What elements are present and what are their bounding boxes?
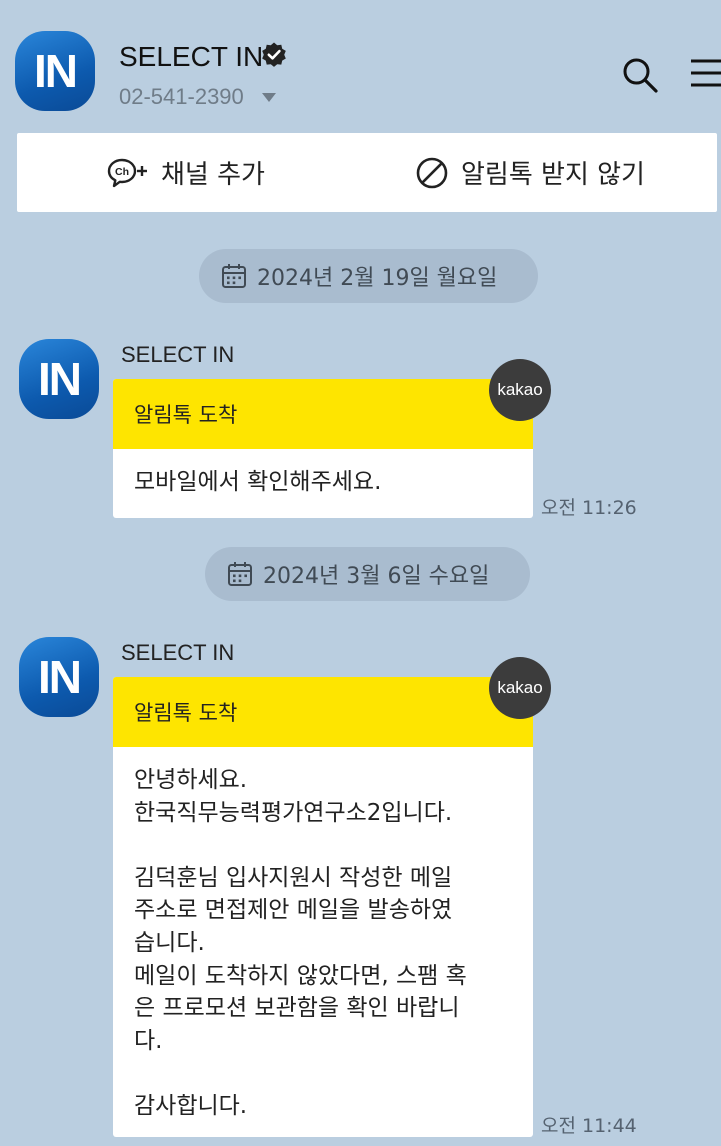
channel-add-icon: Ch [107,158,147,187]
alimtalk-message[interactable]: 알림톡 도착 모바일에서 확인해주세요. [113,379,533,518]
sender-name: SELECT IN [121,342,235,367]
menu-icon[interactable] [688,56,721,90]
block-alimtalk-label: 알림톡 받지 않기 [461,160,645,190]
sender-avatar[interactable]: IN [19,637,99,717]
date-divider: 2024년 2월 19일 월요일 [199,249,538,303]
add-channel-label: 채널 추가 [161,160,265,190]
calendar-icon [228,562,252,586]
message-body: 모바일에서 확인해주세요. [134,469,382,495]
alimtalk-header: 알림톡 도착 [113,379,533,449]
message-time: 오전 11:26 [541,497,637,519]
kakao-badge: kakao [489,657,551,719]
message-time: 오전 11:44 [541,1115,637,1137]
verified-badge-icon [262,42,286,67]
date-label: 2024년 2월 19일 월요일 [257,266,498,291]
search-icon[interactable] [620,55,660,95]
sender-avatar[interactable]: IN [19,339,99,419]
channel-avatar[interactable]: IN [15,31,95,111]
add-channel-button[interactable]: Ch 채널 추가 [107,133,265,212]
alimtalk-header: 알림톡 도착 [113,677,533,747]
block-alimtalk-button[interactable]: 알림톡 받지 않기 [415,133,645,212]
channel-logo-text: IN [34,45,78,97]
sender-name: SELECT IN [121,640,235,665]
alimtalk-message[interactable]: 알림톡 도착 안녕하세요. 한국직무능력평가연구소2입니다. 김덕훈님 입사지원… [113,677,533,1137]
svg-text:Ch: Ch [115,166,129,178]
date-divider: 2024년 3월 6일 수요일 [205,547,530,601]
sender-logo-text: IN [38,353,82,405]
block-icon [416,157,448,188]
channel-action-bar: Ch 채널 추가 알림톡 받지 않기 [17,133,717,212]
channel-name[interactable]: SELECT IN [119,40,263,74]
kakao-badge: kakao [489,359,551,421]
date-label: 2024년 3월 6일 수요일 [263,564,490,589]
sender-logo-text: IN [38,651,82,703]
chevron-down-icon[interactable] [262,93,276,102]
calendar-icon [222,264,246,288]
message-body: 안녕하세요. 한국직무능력평가연구소2입니다. 김덕훈님 입사지원시 작성한 메… [134,767,467,1119]
channel-phone[interactable]: 02-541-2390 [119,84,244,110]
